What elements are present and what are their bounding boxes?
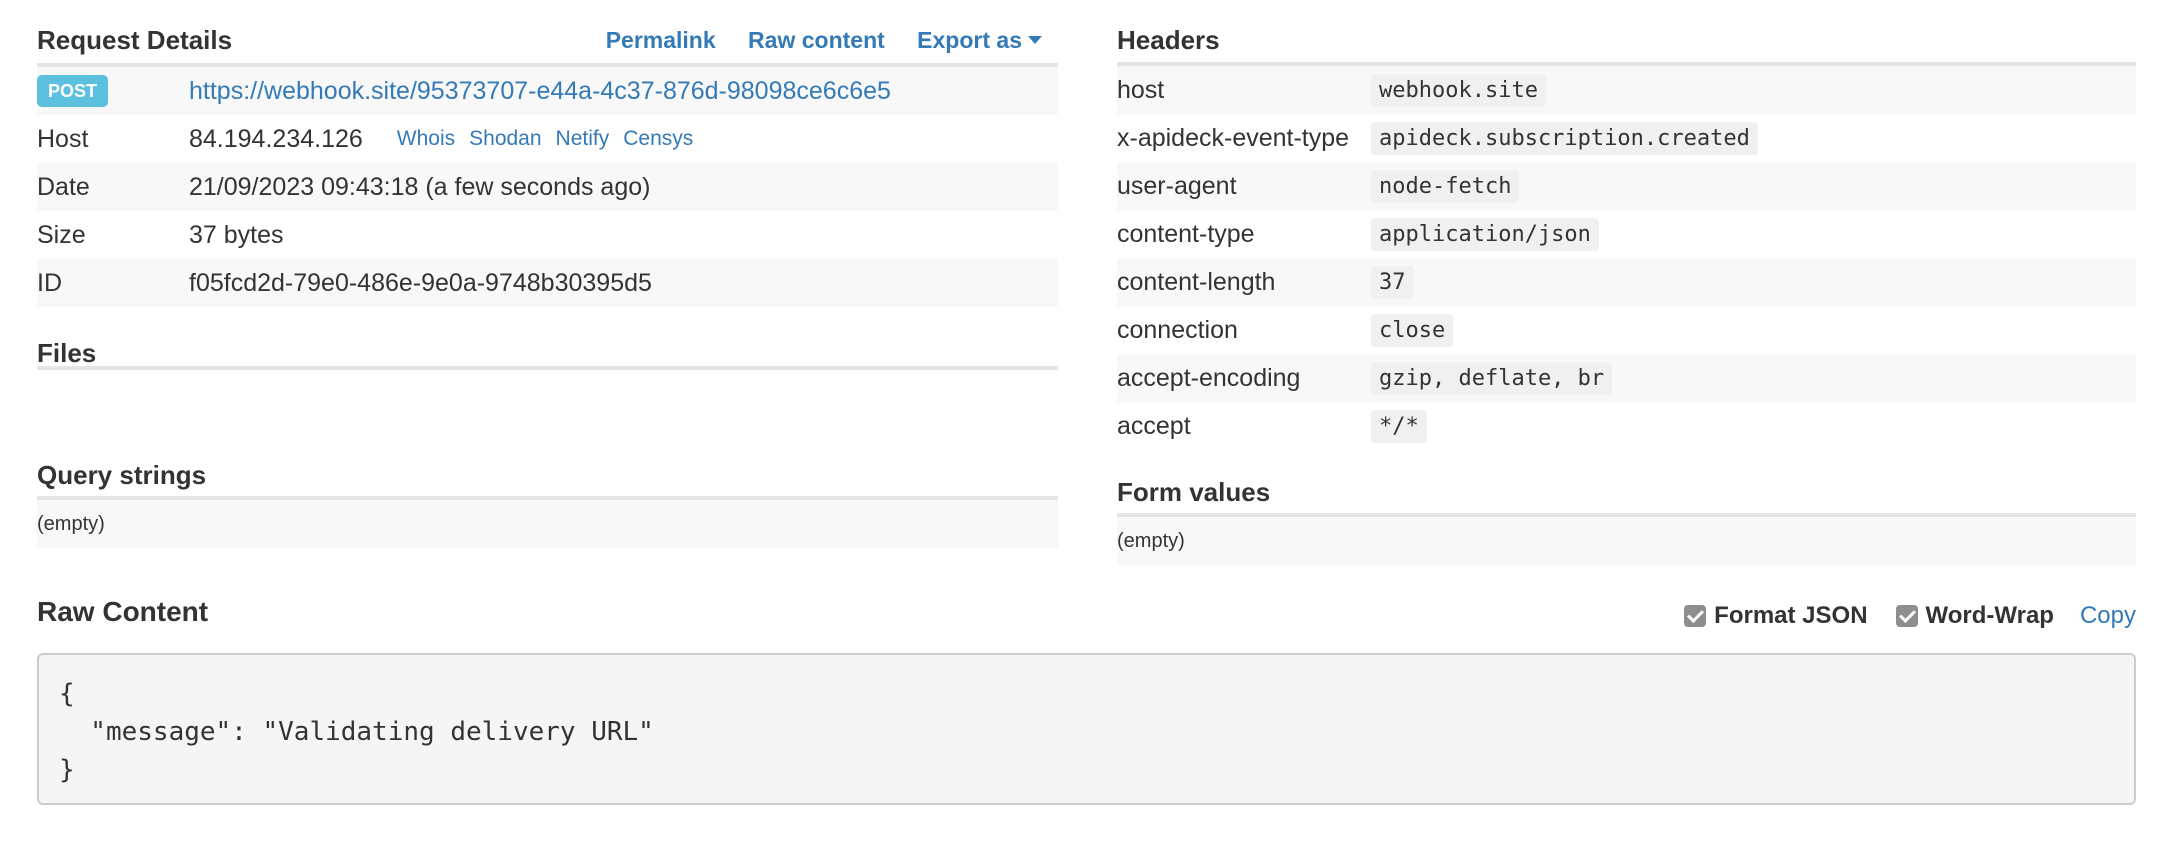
id-row: ID f05fcd2d-79e0-486e-9e0a-9748b30395d5 (37, 259, 1058, 307)
netify-link[interactable]: Netify (556, 127, 610, 150)
headers-title: Headers (1117, 25, 1220, 55)
date-row: Date 21/09/2023 09:43:18 (a few seconds … (37, 163, 1058, 211)
size-label: Size (37, 220, 86, 249)
copy-link[interactable]: Copy (2080, 602, 2136, 630)
header-value: */* (1371, 409, 1427, 443)
id-value: f05fcd2d-79e0-486e-9e0a-9748b30395d5 (189, 268, 652, 297)
shodan-link[interactable]: Shodan (469, 127, 541, 150)
raw-content-link[interactable]: Raw content (748, 27, 885, 53)
header-row: user-agent node-fetch (1117, 162, 2136, 210)
query-strings-header: Query strings (37, 437, 1058, 500)
raw-content-title: Raw Content (37, 596, 209, 627)
date-value: 21/09/2023 09:43:18 (a few seconds ago) (189, 172, 651, 201)
request-details-panel: Request Details Permalink Raw content Ex… (37, 0, 1058, 548)
method-badge: POST (37, 75, 109, 107)
form-values-title: Form values (1117, 477, 1271, 507)
export-as-label: Export as (917, 27, 1022, 53)
header-name: content-length (1117, 267, 1276, 296)
word-wrap-checkbox[interactable]: Word-Wrap (1895, 602, 2054, 630)
host-value: 84.194.234.126 (189, 124, 363, 153)
caret-down-icon (1028, 35, 1042, 44)
checkbox-checked-icon (1895, 605, 1918, 627)
header-name: content-type (1117, 219, 1255, 248)
method-cell: POST (37, 75, 189, 107)
query-strings-value: (empty) (37, 500, 1058, 548)
header-name: user-agent (1117, 171, 1237, 200)
request-details-header: Request Details Permalink Raw content Ex… (37, 0, 1058, 67)
header-value: apideck.subscription.created (1371, 121, 1758, 155)
host-lookup-links: Whois Shodan Netify Censys (397, 127, 707, 151)
header-row: connection close (1117, 306, 2136, 354)
form-values-header: Form values (1117, 450, 2136, 517)
headers-header: Headers (1117, 0, 2136, 66)
censys-link[interactable]: Censys (623, 127, 693, 150)
query-strings-title: Query strings (37, 460, 207, 490)
request-actions: Permalink Raw content Export as (580, 27, 1042, 54)
raw-content-options: Format JSON Word-Wrap Copy (1656, 602, 2136, 630)
date-label: Date (37, 172, 90, 201)
size-value: 37 bytes (189, 220, 284, 249)
header-value: close (1371, 313, 1454, 347)
header-value: 37 (1371, 265, 1414, 299)
raw-content-header: Raw Content Format JSON Word-Wrap Copy (37, 590, 2136, 640)
header-row: host webhook.site (1117, 66, 2136, 114)
header-value: gzip, deflate, br (1371, 361, 1613, 395)
header-name: accept-encoding (1117, 363, 1301, 392)
header-row: accept */* (1117, 402, 2136, 450)
raw-content-body[interactable]: { "message": "Validating delivery URL" } (37, 653, 2136, 805)
headers-panel: Headers host webhook.site x-apideck-even… (1117, 0, 2136, 565)
word-wrap-label: Word-Wrap (1925, 602, 2054, 629)
header-value: application/json (1371, 217, 1599, 251)
form-values-value: (empty) (1117, 517, 2136, 565)
request-url-link[interactable]: https://webhook.site/95373707-e44a-4c37-… (189, 77, 891, 106)
id-label: ID (37, 268, 62, 297)
host-label: Host (37, 124, 89, 153)
files-body (37, 370, 1058, 437)
header-row: x-apideck-event-type apideck.subscriptio… (1117, 114, 2136, 162)
export-as-dropdown[interactable]: Export as (917, 27, 1042, 53)
header-value: webhook.site (1371, 73, 1546, 107)
header-row: content-length 37 (1117, 258, 2136, 306)
header-row: content-type application/json (1117, 210, 2136, 258)
host-row: Host 84.194.234.126 Whois Shodan Netify Cen… (37, 115, 1058, 163)
header-row: accept-encoding gzip, deflate, br (1117, 354, 2136, 402)
method-url-row: POST https://webhook.site/95373707-e44a-… (37, 67, 1058, 115)
format-json-checkbox[interactable]: Format JSON (1684, 602, 1868, 630)
size-row: Size 37 bytes (37, 211, 1058, 259)
files-header: Files (37, 307, 1058, 370)
header-name: accept (1117, 411, 1191, 440)
header-name: host (1117, 75, 1165, 104)
whois-link[interactable]: Whois (397, 127, 455, 150)
request-details-title: Request Details (37, 25, 233, 55)
header-name: x-apideck-event-type (1117, 123, 1350, 152)
permalink-link[interactable]: Permalink (606, 27, 716, 53)
header-value: node-fetch (1371, 169, 1520, 203)
checkbox-checked-icon (1684, 605, 1707, 627)
format-json-label: Format JSON (1714, 602, 1868, 629)
files-title: Files (37, 338, 97, 368)
header-name: connection (1117, 315, 1238, 344)
